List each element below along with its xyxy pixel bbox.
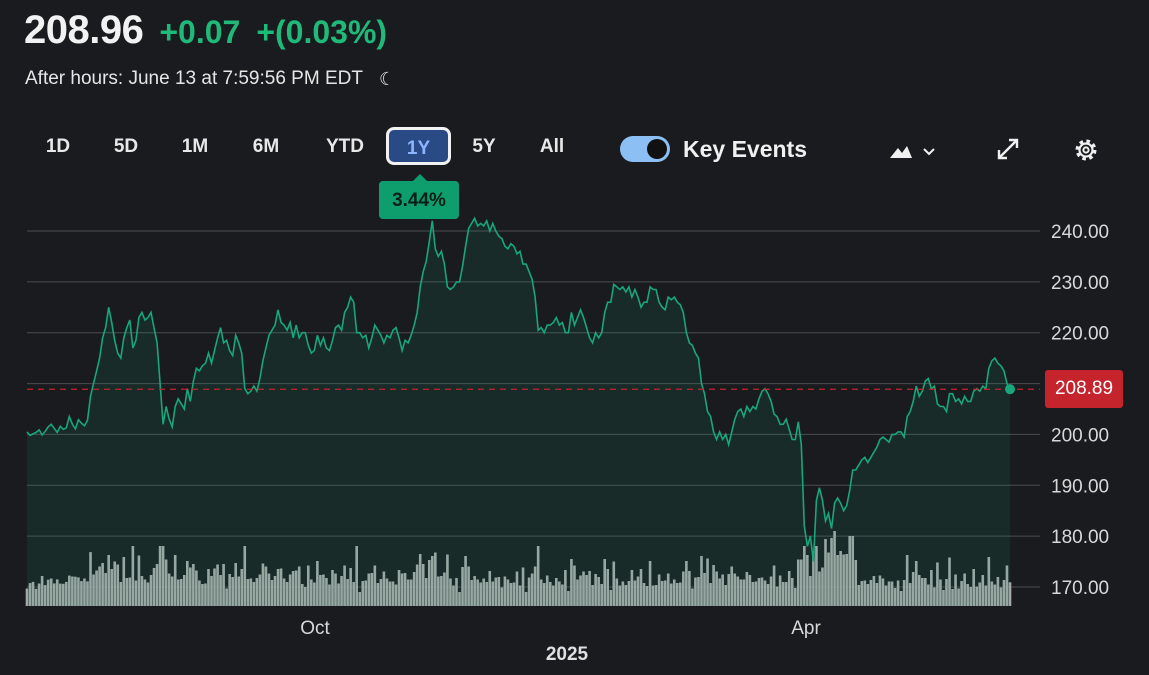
- y-tick-label: 240.00: [1051, 222, 1109, 243]
- y-tick-label: 220.00: [1051, 324, 1109, 345]
- y-tick-label: 180.00: [1051, 527, 1109, 548]
- last-price-tag: 208.89: [1045, 370, 1123, 408]
- x-tick-label: Apr: [791, 618, 821, 639]
- y-tick-label: 200.00: [1051, 425, 1109, 446]
- x-axis: Oct Apr 2025: [300, 618, 821, 665]
- y-axis: 240.00230.00220.00210.00200.00190.00180.…: [1051, 222, 1109, 599]
- y-tick-label: 170.00: [1051, 578, 1109, 599]
- y-tick-label: 230.00: [1051, 273, 1109, 294]
- price-chart[interactable]: 240.00230.00220.00210.00200.00190.00180.…: [0, 0, 1149, 675]
- last-price-dot: [1005, 384, 1015, 395]
- y-tick-label: 190.00: [1051, 476, 1109, 497]
- x-tick-label: Oct: [300, 618, 330, 639]
- x-year-label: 2025: [546, 644, 589, 665]
